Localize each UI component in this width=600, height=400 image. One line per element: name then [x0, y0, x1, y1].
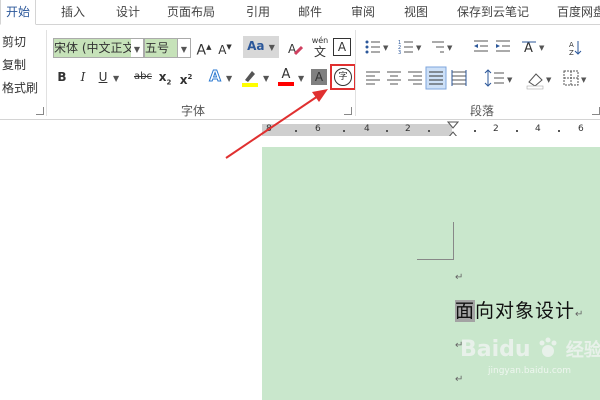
- bullets-icon[interactable]: ▼: [365, 40, 390, 54]
- format-painter-button[interactable]: 格式刷: [2, 79, 38, 96]
- group-divider: [46, 30, 47, 116]
- document-text[interactable]: 向对象设计: [475, 300, 575, 322]
- paragraph-dialog-launcher-icon[interactable]: [592, 107, 600, 115]
- ribbon-tab-bar: 开始 插入 设计 页面布局 引用 邮件 审阅 视图 保存到云笔记 百度网盘: [0, 0, 600, 25]
- watermark-brand-text: Baidu: [460, 337, 531, 362]
- clipboard-dialog-launcher-icon[interactable]: [36, 107, 44, 115]
- watermark-url: jingyan.baidu.com: [488, 366, 572, 376]
- paragraph-mark: ↵: [455, 374, 464, 385]
- font-name-dropdown[interactable]: ▼: [131, 38, 144, 58]
- tab-page-layout[interactable]: 页面布局: [167, 0, 215, 24]
- strikethrough-button[interactable]: abc: [132, 67, 154, 87]
- svg-text:▼: ▼: [447, 44, 453, 52]
- tab-view[interactable]: 视图: [404, 0, 428, 24]
- align-right-icon[interactable]: [408, 71, 422, 85]
- svg-text:A: A: [524, 41, 533, 56]
- shrink-font-button[interactable]: A▼: [216, 37, 234, 57]
- chevron-down-icon: ▼: [180, 45, 188, 54]
- bold-button[interactable]: B: [55, 67, 69, 87]
- font-name-value: 宋体 (中文正文: [54, 41, 135, 55]
- paragraph-mark: ↵: [455, 272, 464, 283]
- grow-font-button[interactable]: A▲: [194, 37, 214, 59]
- phonetic-top: wén: [311, 36, 329, 45]
- font-size-box[interactable]: 五号: [144, 38, 178, 58]
- paragraph-toolbar: ▼ 1 2 3 ▼ ▼ A ▼ AZ ▼ ▼ ▼: [365, 40, 587, 90]
- ruler-tick: [343, 130, 345, 132]
- shading-icon[interactable]: ▼: [526, 73, 552, 90]
- svg-text:▼: ▼: [546, 76, 552, 84]
- page-corner-mark: [417, 222, 454, 260]
- ruler-tick: [516, 130, 518, 132]
- superscript-mark: 2: [187, 73, 193, 81]
- underline-button[interactable]: U: [96, 67, 110, 87]
- paragraph-mark: ↵: [575, 309, 585, 320]
- chinese-layout-icon[interactable]: A ▼: [522, 41, 545, 56]
- copy-button[interactable]: 复制: [2, 56, 26, 73]
- tab-insert[interactable]: 插入: [61, 0, 85, 24]
- ruler-tick: [386, 130, 388, 132]
- ruler-number: 4: [364, 124, 370, 134]
- tab-review[interactable]: 审阅: [351, 0, 375, 24]
- clear-formatting-icon[interactable]: A: [287, 40, 304, 56]
- numbering-icon[interactable]: 1 2 3 ▼: [398, 40, 422, 56]
- tab-save-to-cloud-notes[interactable]: 保存到云笔记: [457, 0, 529, 24]
- underline-dropdown-icon[interactable]: ▼: [113, 74, 119, 83]
- font-size-value: 五号: [145, 41, 170, 55]
- tab-mailings[interactable]: 邮件: [298, 0, 322, 24]
- svg-text:▼: ▼: [507, 76, 513, 84]
- paw-icon: [539, 337, 557, 357]
- ruler-tick: [428, 130, 430, 132]
- justify-icon[interactable]: [425, 66, 447, 90]
- svg-text:A: A: [569, 41, 574, 49]
- document-text-line[interactable]: 面向对象设计↵: [455, 296, 584, 323]
- chevron-down-icon: ▼: [133, 45, 141, 54]
- distributed-icon[interactable]: [451, 70, 467, 86]
- svg-text:3: 3: [398, 50, 401, 56]
- annotation-arrow: [225, 89, 328, 159]
- change-case-label: Aa: [247, 39, 265, 53]
- font-size-dropdown[interactable]: ▼: [177, 38, 191, 58]
- tab-references[interactable]: 引用: [246, 0, 270, 24]
- change-case-button[interactable]: Aa ▼: [243, 36, 279, 58]
- ruler-tick: [474, 130, 476, 132]
- sort-icon[interactable]: AZ: [569, 41, 582, 57]
- group-divider: [355, 30, 356, 116]
- ruler-number: 2: [493, 124, 499, 134]
- cut-button[interactable]: 剪切: [2, 33, 26, 50]
- align-left-icon[interactable]: [366, 71, 380, 85]
- subscript-mark: 2: [166, 78, 172, 87]
- tab-baidu-netdisk[interactable]: 百度网盘: [557, 0, 600, 24]
- watermark-brand: Baidu 经验: [460, 336, 600, 362]
- ruler-number: 2: [405, 124, 411, 134]
- line-spacing-icon[interactable]: ▼: [484, 69, 513, 87]
- grow-font-icon: A: [196, 42, 207, 59]
- font-group-label: 字体: [181, 104, 206, 118]
- svg-text:▼: ▼: [539, 44, 545, 52]
- decrease-indent-icon[interactable]: [474, 40, 488, 52]
- ruler-tick: [558, 130, 560, 132]
- tab-design[interactable]: 设计: [116, 0, 140, 24]
- svg-text:▼: ▼: [416, 44, 422, 52]
- phonetic-guide-button[interactable]: wén 文: [310, 36, 330, 60]
- character-border-button[interactable]: A: [333, 38, 351, 56]
- font-dialog-launcher-icon[interactable]: [344, 107, 352, 115]
- align-center-icon[interactable]: [387, 71, 401, 85]
- increase-indent-icon[interactable]: [496, 40, 510, 52]
- subscript-button[interactable]: x2: [158, 67, 172, 87]
- borders-icon[interactable]: ▼: [563, 70, 587, 86]
- watermark-cn: 经验: [565, 340, 600, 361]
- svg-text:▼: ▼: [383, 44, 389, 52]
- multilevel-list-icon[interactable]: ▼: [432, 41, 453, 53]
- selected-text[interactable]: 面: [455, 300, 476, 322]
- ruler-number: 4: [535, 124, 541, 134]
- tab-home[interactable]: 开始: [0, 0, 37, 25]
- paragraph-group-label: 段落: [470, 104, 495, 118]
- ruler-number: 6: [578, 124, 584, 134]
- svg-text:▼: ▼: [581, 76, 587, 84]
- document-page[interactable]: [262, 147, 600, 400]
- svg-text:Z: Z: [569, 49, 574, 57]
- phonetic-bottom: 文: [313, 45, 326, 59]
- superscript-button[interactable]: x2: [179, 67, 193, 87]
- italic-button[interactable]: I: [76, 67, 90, 87]
